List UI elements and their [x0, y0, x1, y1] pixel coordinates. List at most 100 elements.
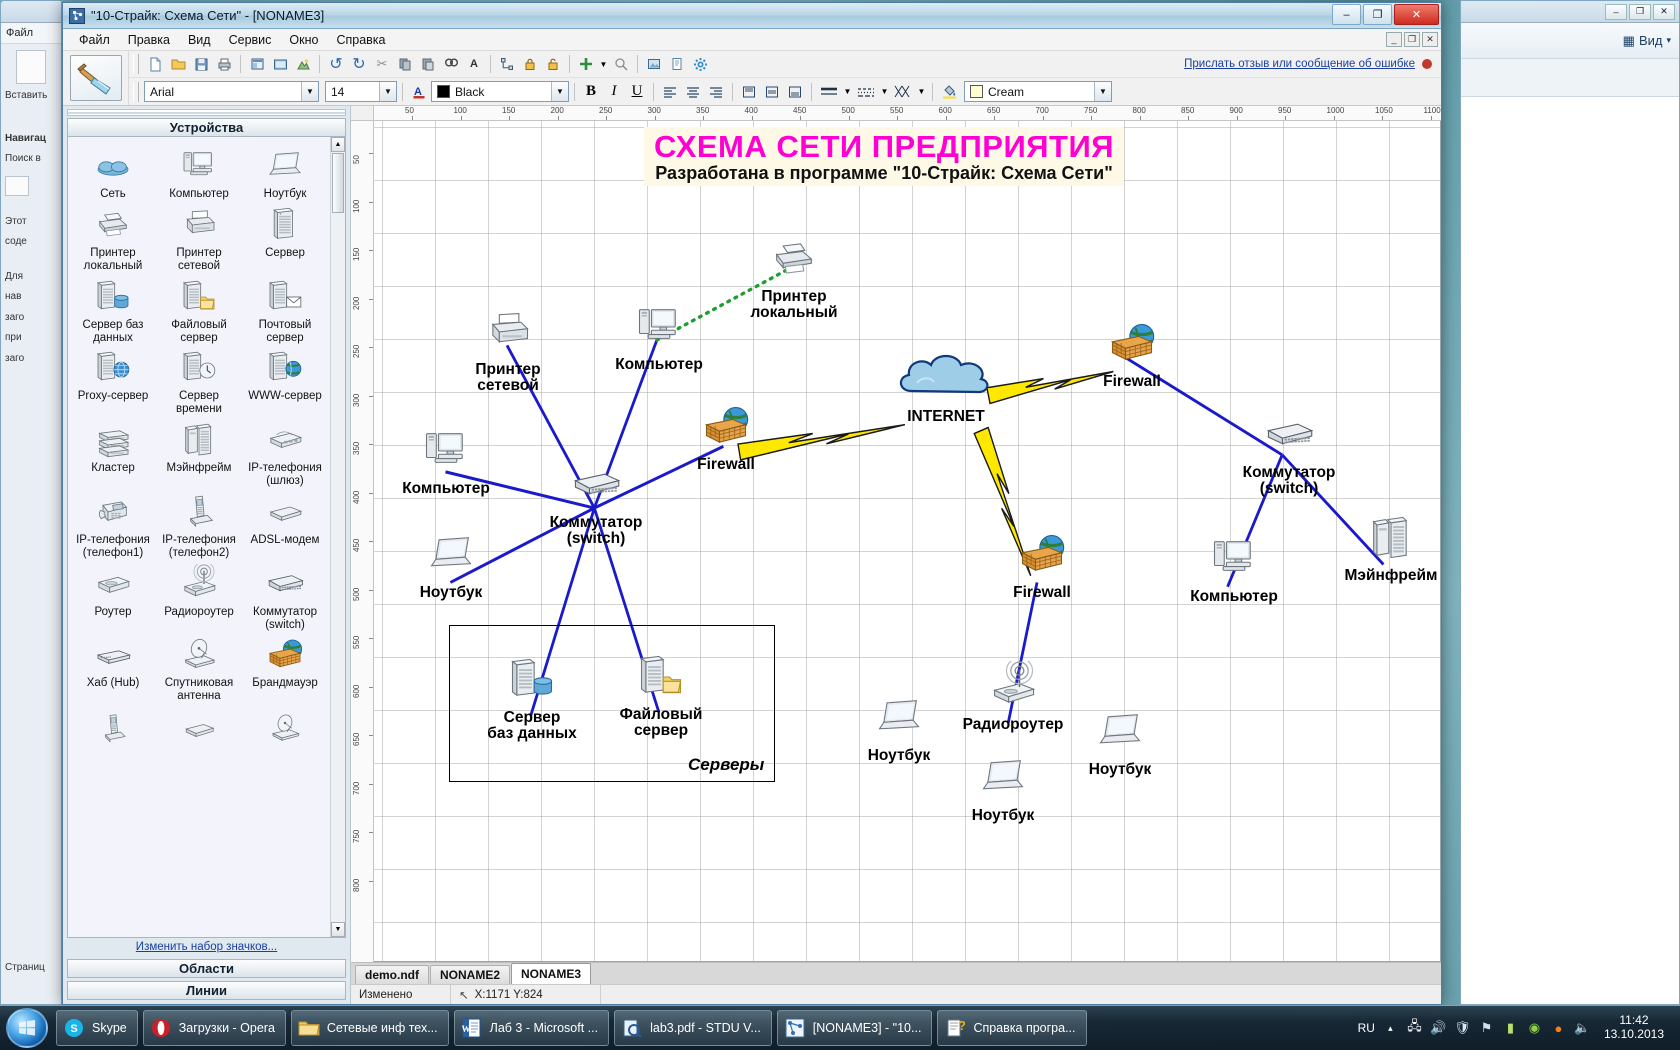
toolbar-grip[interactable] — [133, 82, 139, 102]
diagram-node-db-server[interactable]: Сервербаз данных — [502, 654, 562, 743]
chevron-down-icon[interactable]: ▼ — [598, 53, 609, 75]
find-icon[interactable] — [440, 53, 462, 75]
print-document-icon[interactable] — [213, 53, 235, 75]
taskbar-item-opera[interactable]: Загрузки - Opera — [143, 1010, 286, 1046]
tab-noname2[interactable]: NONAME2 — [430, 965, 510, 984]
diagram-node-printer-local[interactable]: Принтерлокальный — [764, 233, 824, 322]
diagram-node-computer-top[interactable]: Компьютер — [629, 301, 689, 373]
valign-top-button[interactable] — [738, 81, 760, 103]
taskbar-item-stdu-viewer[interactable]: lab3.pdf - STDU V... — [614, 1010, 772, 1046]
windows-start-orb[interactable] — [6, 1008, 48, 1048]
menu-service[interactable]: Сервис — [221, 31, 280, 49]
change-icon-set-link[interactable]: Изменить набор значков... — [67, 938, 346, 956]
font-family-combo[interactable]: Arial ▼ — [144, 81, 319, 102]
shield-icon[interactable]: 🛡 — [1454, 1020, 1471, 1037]
chevron-down-icon[interactable]: ▼ — [879, 81, 890, 103]
diagram-node-computer-left[interactable]: Компьютер — [416, 425, 476, 497]
chevron-down-icon[interactable]: ▼ — [842, 81, 853, 103]
bold-button[interactable]: B — [580, 81, 602, 103]
scan-network-icon[interactable] — [246, 53, 268, 75]
volume-icon[interactable]: 🔊 — [1430, 1020, 1447, 1037]
fill-color-combo[interactable]: Cream ▼ — [964, 81, 1112, 102]
firefox-icon[interactable]: ● — [1550, 1020, 1567, 1037]
bg-word-nav-icon[interactable] — [5, 176, 29, 196]
bg-right-view-label[interactable]: Вид — [1639, 33, 1663, 48]
bg-word-paste-icon[interactable] — [16, 50, 46, 84]
palette-item-voip-phone2[interactable]: IP-телефония(телефон2) — [156, 491, 242, 561]
maximize-button[interactable]: ❐ — [1363, 4, 1392, 25]
bg-right-maximize-button[interactable]: ❐ — [1629, 4, 1651, 20]
palette-item-partial[interactable] — [70, 706, 156, 748]
palette-item-hub[interactable]: Хаб (Hub) — [70, 634, 156, 704]
align-center-button[interactable] — [682, 81, 704, 103]
taskbar-item-folder[interactable]: Сетевые инф тех... — [291, 1010, 449, 1046]
diagram-node-internet[interactable]: INTERNET — [891, 347, 1001, 425]
speaker-icon[interactable]: 🔈 — [1574, 1020, 1591, 1037]
connect-objects-icon[interactable] — [496, 53, 518, 75]
toolbar-grip[interactable] — [133, 54, 139, 74]
palette-item-proxy-server[interactable]: Proxy-сервер — [70, 347, 156, 417]
export-image-icon[interactable] — [292, 53, 314, 75]
background-image-icon[interactable] — [643, 53, 665, 75]
scrollbar-track[interactable] — [331, 214, 345, 922]
fill-pattern-button[interactable] — [891, 81, 915, 103]
palette-item-time-server[interactable]: Сервервремени — [156, 347, 242, 417]
palette-item-laptop[interactable]: Ноутбук — [242, 145, 328, 202]
diagram-node-laptop-left[interactable]: Ноутбук — [421, 529, 481, 601]
copy-icon[interactable] — [394, 53, 416, 75]
bg-word-file-tab[interactable]: Файл — [1, 23, 61, 44]
italic-button[interactable]: I — [603, 81, 625, 103]
taskbar-item-help[interactable]: ?Справка програ... — [937, 1010, 1086, 1046]
new-document-icon[interactable] — [144, 53, 166, 75]
open-document-icon[interactable] — [167, 53, 189, 75]
background-window-word[interactable]: Файл Вставить Навигац Поиск в Этот соде … — [0, 0, 62, 1005]
undo-icon[interactable]: ↺ — [325, 53, 347, 75]
mdi-minimize-button[interactable]: _ — [1386, 32, 1402, 47]
palette-item-mail-server[interactable]: Почтовыйсервер — [242, 276, 328, 346]
palette-item-wifi-router[interactable]: Радиороутер — [156, 563, 242, 633]
page-preview-icon[interactable] — [666, 53, 688, 75]
diagram-node-computer-right[interactable]: Компьютер — [1204, 533, 1264, 605]
scroll-down-icon[interactable]: ▼ — [331, 922, 345, 937]
palette-item-partial[interactable] — [242, 706, 328, 748]
palette-item-partial[interactable] — [156, 706, 242, 748]
tab-demo-ndf[interactable]: demo.ndf — [355, 965, 429, 984]
menu-edit[interactable]: Правка — [120, 31, 178, 49]
menu-help[interactable]: Справка — [328, 31, 393, 49]
palette-item-voip-phone1[interactable]: IP-телефония(телефон1) — [70, 491, 156, 561]
network-icon[interactable]: 🖧 — [1406, 1020, 1423, 1037]
battery-icon[interactable]: ▮ — [1502, 1020, 1519, 1037]
align-left-button[interactable] — [659, 81, 681, 103]
palette-item-mainframe[interactable]: Мэйнфрейм — [156, 419, 242, 489]
palette-item-local-printer[interactable]: Принтерлокальный — [70, 204, 156, 274]
menu-file[interactable]: Файл — [71, 31, 118, 49]
flag-icon[interactable]: ⚑ — [1478, 1020, 1495, 1037]
chevron-down-icon[interactable]: ▾ — [1666, 35, 1671, 46]
diagram-node-switch-main[interactable]: Коммутатор(switch) — [566, 459, 626, 548]
tab-noname3[interactable]: NONAME3 — [511, 963, 591, 984]
zoom-tool-icon[interactable] — [610, 53, 632, 75]
feedback-link[interactable]: Прислать отзыв или сообщение об ошибке — [1184, 58, 1415, 70]
diagram-node-laptop-b3[interactable]: Ноутбук — [1090, 706, 1150, 778]
bg-right-close-button[interactable]: ✕ — [1653, 4, 1675, 20]
palette-item-switch[interactable]: Коммутатор(switch) — [242, 563, 328, 633]
diagram-node-firewall-bottom[interactable]: Firewall — [1012, 529, 1072, 601]
antivirus-icon[interactable]: ◉ — [1526, 1020, 1543, 1037]
find-text-icon[interactable]: A — [463, 53, 485, 75]
font-size-combo[interactable]: 14 ▼ — [325, 81, 397, 102]
palette-item-voip-gateway[interactable]: IP-телефония(шлюз) — [242, 419, 328, 489]
palette-item-www-server[interactable]: WWW-сервер — [242, 347, 328, 417]
taskbar-clock[interactable]: 11:42 13.10.2013 — [1598, 1014, 1670, 1042]
chevron-down-icon[interactable]: ▼ — [301, 82, 318, 101]
lock-object-icon[interactable] — [519, 53, 541, 75]
show-hidden-icons-button[interactable]: ▴ — [1382, 1020, 1399, 1037]
tray-language[interactable]: RU — [1358, 1021, 1375, 1035]
background-window-right[interactable]: – ❐ ✕ ▦ Вид ▾ — [1460, 0, 1680, 1005]
cut-icon[interactable]: ✂ — [371, 53, 393, 75]
font-color-combo[interactable]: Black ▼ — [431, 81, 569, 102]
chevron-down-icon[interactable]: ▼ — [551, 82, 568, 101]
redo-icon[interactable]: ↻ — [348, 53, 370, 75]
font-color-icon[interactable]: A — [408, 81, 430, 103]
vertical-ruler[interactable]: 5010015020025030035040045050055060065070… — [351, 121, 374, 962]
palette-item-cluster[interactable]: Кластер — [70, 419, 156, 489]
